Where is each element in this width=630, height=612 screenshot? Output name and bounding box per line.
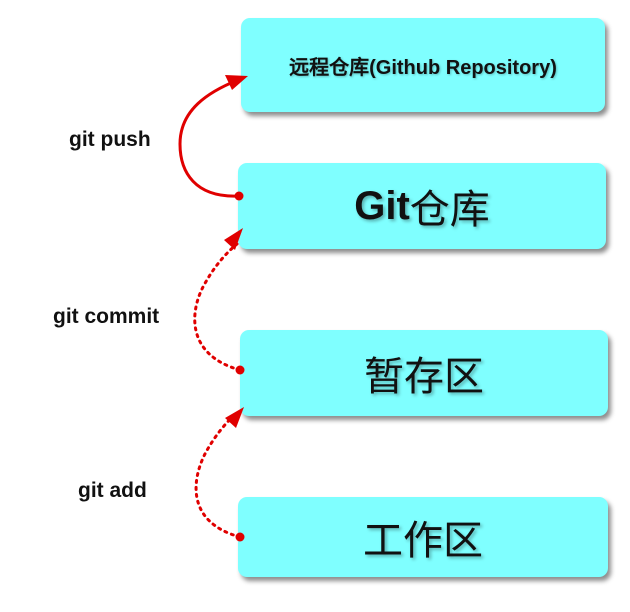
git-add-arrow-tail [235,532,245,542]
git-add-arrowhead [225,407,244,428]
git-add-arrow [194,410,242,539]
git-push-arrow-tail [234,191,244,201]
git-commit-arrow [193,242,242,372]
git-commit-arrow-tail [235,365,245,375]
arrows-layer [178,75,248,542]
git-commit-arrowhead [224,228,243,250]
git-push-arrow [178,78,241,198]
